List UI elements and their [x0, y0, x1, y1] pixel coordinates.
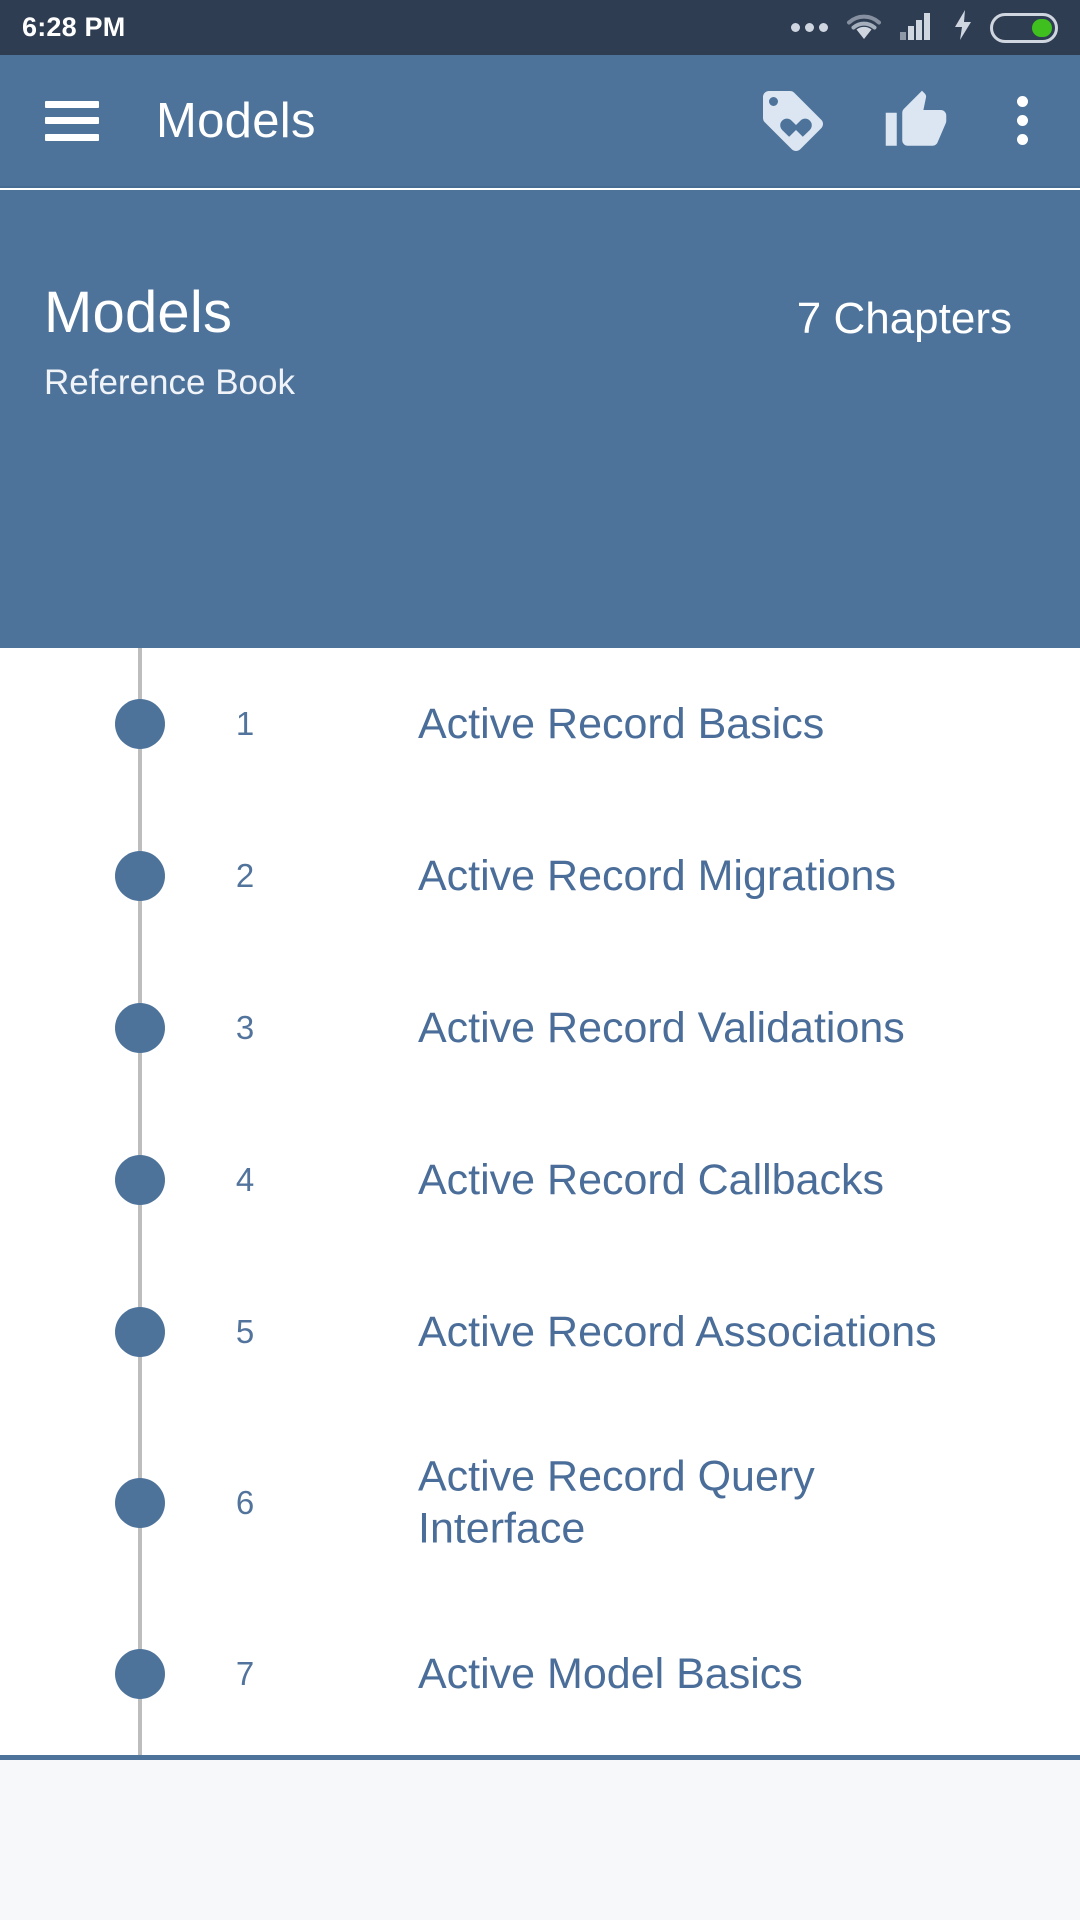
loyalty-tag-icon[interactable]	[757, 85, 829, 157]
chapter-title: Active Record Callbacks	[418, 1155, 885, 1204]
footer-area	[0, 1760, 1080, 1920]
chapter-count-label: 7 Chapters	[796, 294, 1012, 343]
more-dots-icon	[791, 23, 828, 32]
overflow-menu-icon[interactable]	[1003, 92, 1042, 149]
page-title: Models	[156, 93, 316, 148]
chapter-row[interactable]: 7 Active Model Basics	[0, 1598, 1080, 1750]
thumb-up-icon[interactable]	[883, 88, 949, 154]
chapter-number: 2	[235, 857, 255, 894]
chapter-list: 1 Active Record Basics 2 Active Record Migr…	[0, 648, 1080, 1755]
charging-bolt-icon	[953, 10, 973, 45]
status-bar-clock: 6:28 PM	[22, 12, 126, 42]
chapter-timeline-dot	[115, 1003, 165, 1053]
chapter-title: Active Model Basics	[418, 1649, 803, 1698]
chapter-timeline-dot	[115, 1155, 165, 1205]
chapter-row[interactable]: 2 Active Record Migrations	[0, 800, 1080, 952]
chapter-title: Active Record Migrations	[418, 851, 896, 900]
chapter-timeline-dot	[115, 1307, 165, 1357]
chapter-number: 5	[235, 1313, 255, 1350]
chapter-number: 4	[235, 1161, 255, 1198]
book-title: Models	[44, 280, 233, 345]
chapter-row[interactable]: 5 Active Record Associations	[0, 1256, 1080, 1408]
chapter-row[interactable]: 1 Active Record Basics	[0, 648, 1080, 800]
chapter-row[interactable]: 3 Active Record Validations	[0, 952, 1080, 1104]
cellular-signal-icon	[900, 10, 936, 45]
chapter-number: 3	[235, 1009, 255, 1046]
chapter-number: 6	[235, 1484, 255, 1521]
chapter-items-container: 1 Active Record Basics 2 Active Record Migr…	[0, 648, 1080, 1750]
chapter-row[interactable]: 4 Active Record Callbacks	[0, 1104, 1080, 1256]
chapter-title: Active Record Query Interface	[418, 1452, 815, 1553]
chapter-title: Active Record Validations	[418, 1003, 905, 1052]
chapter-number: 1	[235, 705, 255, 742]
wifi-icon	[845, 10, 883, 45]
chapter-title: Active Record Basics	[418, 699, 825, 748]
chapter-number: 7	[235, 1655, 255, 1692]
chapter-timeline-dot	[115, 1478, 165, 1528]
book-hero-banner: Models Reference Book 7 Chapters	[0, 190, 1080, 648]
status-bar: 6:28 PM	[0, 0, 1080, 55]
chapter-title: Active Record Associations	[418, 1307, 937, 1356]
chapter-timeline-dot	[115, 1649, 165, 1699]
hamburger-menu-icon[interactable]	[45, 100, 99, 141]
chapter-timeline-dot	[115, 699, 165, 749]
chapter-timeline-dot	[115, 851, 165, 901]
toolbar-actions	[757, 85, 1042, 157]
chapter-row[interactable]: 6 Active Record Query Interface	[0, 1408, 1080, 1598]
status-bar-icons	[791, 10, 1058, 45]
app-toolbar: Models	[0, 55, 1080, 188]
book-subtitle: Reference Book	[44, 363, 295, 402]
app-screen: 6:28 PM Models Models Reference Book 7 C…	[0, 0, 1080, 1920]
battery-icon	[990, 12, 1058, 43]
